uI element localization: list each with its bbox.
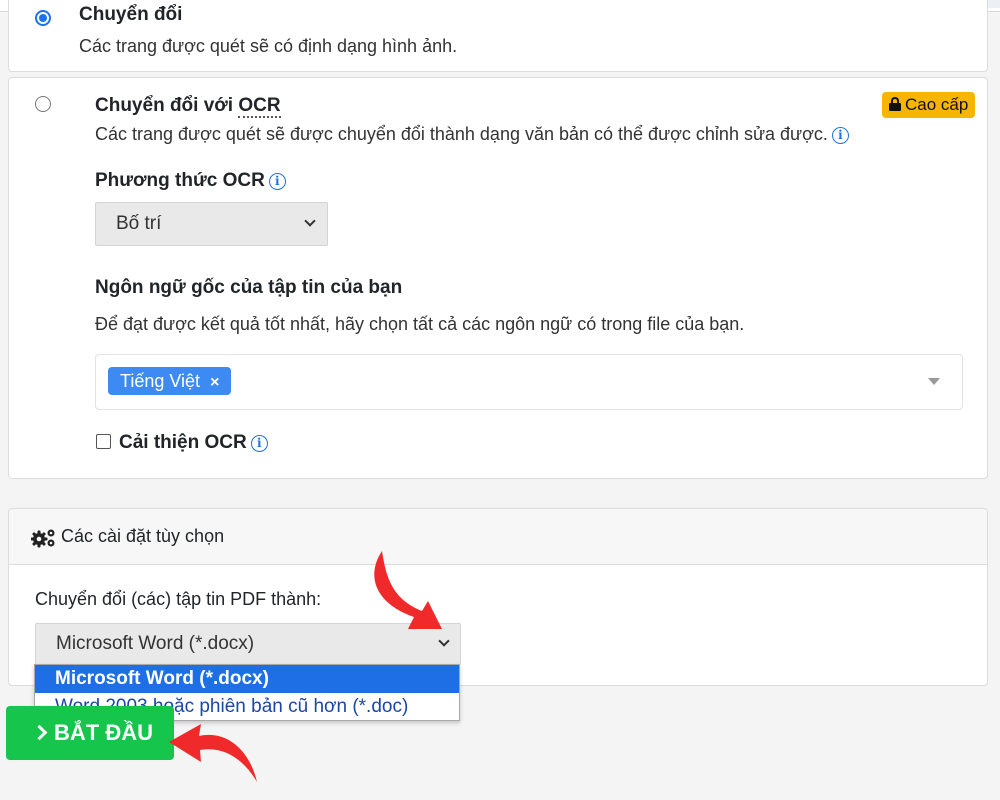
ocr-abbr: OCR [238,95,281,118]
optional-settings-title: Các cài đặt tùy chọn [61,526,225,546]
premium-badge: Cao cấp [882,92,976,118]
ocr-radio[interactable] [35,96,51,112]
ocr-option-title: Chuyển đổi với OCR [95,95,281,118]
ocr-method-label-text: Phương thức OCR [95,170,265,191]
optional-settings-header: Các cài đặt tùy chọn [9,509,987,565]
convert-option-title: Chuyển đổi [79,4,183,25]
language-tag: Tiếng Việt × [108,367,232,395]
info-icon[interactable]: i [268,173,286,190]
convert-radio[interactable] [35,10,51,26]
ocr-title-prefix: Chuyển đổi với [95,95,239,116]
annotation-arrow-icon [374,551,442,629]
source-language-hint: Để đạt được kết quả tốt nhất, hãy chọn t… [95,314,745,334]
language-multiselect[interactable]: Tiếng Việt × [95,354,963,410]
start-button-label: BẮT ĐẦU [54,720,153,745]
format-option-docx[interactable]: Microsoft Word (*.docx) [35,665,459,693]
ocr-option-card: Chuyển đổi với OCR Cao cấp Các trang đượ… [8,77,988,479]
conversion-option-card: Chuyển đổi Các trang được quét sẽ có địn… [8,0,988,72]
convert-to-label: Chuyển đổi (các) tập tin PDF thành: [35,589,322,609]
improve-ocr-checkbox[interactable] [96,434,111,449]
ocr-method-select[interactable]: Bố trí [95,202,328,246]
annotation-arrow-icon [169,724,257,782]
start-button[interactable]: BẮT ĐẦU [6,706,174,760]
source-language-label: Ngôn ngữ gốc của tập tin của bạn [95,277,403,298]
lock-icon [889,97,901,111]
ocr-option-description: Các trang được quét sẽ được chuyển đổi t… [95,124,849,145]
remove-tag-icon[interactable]: × [210,374,219,391]
output-format-value: Microsoft Word (*.docx) [56,633,255,654]
chevron-down-icon [304,215,316,227]
caret-down-icon[interactable] [928,378,940,385]
improve-ocr-label: Cải thiện OCR i [119,432,268,454]
chevron-right-icon [31,724,48,741]
info-icon[interactable]: i [831,127,849,144]
language-tag-label: Tiếng Việt [120,371,201,391]
gears-icon [31,529,55,548]
ocr-method-label: Phương thức OCR i [95,170,286,192]
improve-ocr-label-text: Cải thiện OCR [119,432,247,453]
ocr-description-text: Các trang được quét sẽ được chuyển đổi t… [95,124,828,144]
ocr-method-value: Bố trí [116,213,162,234]
info-icon[interactable]: i [250,435,268,452]
optional-settings-card: Các cài đặt tùy chọn Chuyển đổi (các) tậ… [8,508,988,686]
premium-badge-label: Cao cấp [905,95,969,114]
convert-option-description: Các trang được quét sẽ có định dạng hình… [79,36,458,56]
